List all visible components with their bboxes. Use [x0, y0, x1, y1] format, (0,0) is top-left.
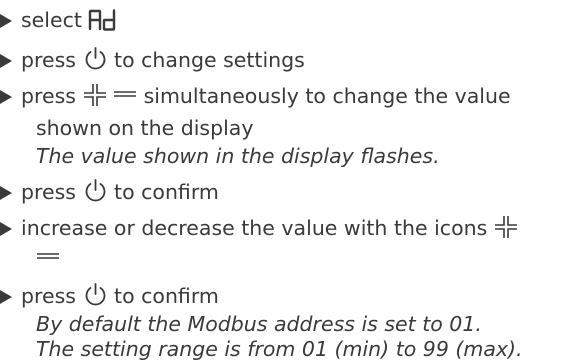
step-increase-decrease: increase or decrease the value with the …	[0, 215, 518, 241]
step-text: press	[21, 84, 76, 108]
step-select-ad: select	[0, 7, 118, 33]
minus-icon	[113, 83, 137, 107]
step-note: By default the Modbus address is set to …	[36, 312, 482, 336]
step-press-power-settings: press to change settings	[0, 46, 305, 72]
step-note: The setting range is from 01 (min) to 99…	[36, 337, 523, 361]
step-text: increase or decrease the value with the …	[21, 216, 488, 240]
minus-icon	[36, 245, 60, 269]
step-press-power-confirm: press to confirm	[0, 178, 219, 204]
plus-icon	[83, 83, 107, 107]
bullet-arrow-icon	[0, 290, 12, 304]
bullet-arrow-icon	[0, 222, 12, 236]
step-text: press	[21, 284, 76, 308]
step-text: to change settings	[114, 48, 305, 72]
seven-segment-ad-icon	[88, 9, 118, 31]
step-text: to confirm	[114, 284, 219, 308]
step-press-power-confirm-2: press to confirm	[0, 282, 219, 308]
step-text: to confirm	[114, 180, 219, 204]
bullet-arrow-icon	[0, 54, 12, 68]
bullet-arrow-icon	[0, 90, 12, 104]
step-text: select	[21, 8, 82, 32]
step-continuation: shown on the display	[36, 116, 254, 140]
plus-icon	[494, 215, 518, 239]
step-note: The value shown in the display flashes.	[36, 144, 440, 168]
minus-icon-line	[36, 245, 60, 271]
power-icon	[83, 46, 108, 71]
step-press-plus-minus: press simultaneously to change the value	[0, 83, 511, 109]
instruction-list: select press to change settings press si…	[0, 0, 585, 363]
power-icon	[83, 178, 108, 203]
bullet-arrow-icon	[0, 186, 12, 200]
power-icon	[83, 282, 108, 307]
step-text: press	[21, 180, 76, 204]
step-text: press	[21, 48, 76, 72]
bullet-arrow-icon	[0, 14, 12, 28]
step-text: simultaneously to change the value	[143, 84, 511, 108]
